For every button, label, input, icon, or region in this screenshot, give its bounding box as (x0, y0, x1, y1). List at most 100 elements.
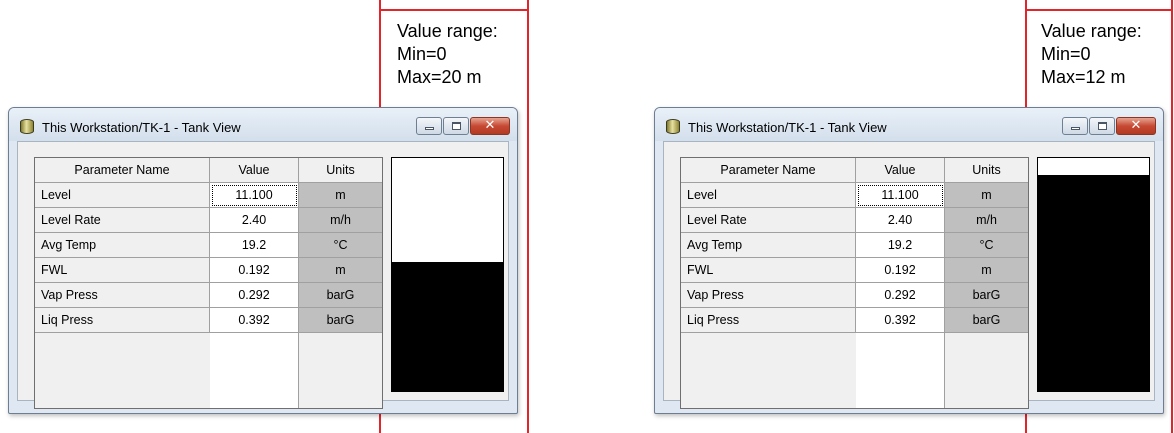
table-row[interactable]: Level 11.100 m (681, 183, 1028, 208)
parameter-unit: m (945, 183, 1028, 208)
table-row[interactable]: Level 11.100 m (35, 183, 382, 208)
parameter-name: Level (35, 183, 210, 208)
parameter-unit: °C (299, 233, 382, 258)
parameter-value[interactable]: 0.392 (210, 308, 299, 333)
close-button[interactable]: ✕ (1116, 117, 1156, 135)
parameter-value[interactable]: 11.100 (856, 183, 945, 208)
window-client-area: Parameter Name Value Units Level 11.100 … (663, 141, 1155, 409)
parameter-unit: m/h (299, 208, 382, 233)
parameter-grid[interactable]: Parameter Name Value Units Level 11.100 … (34, 157, 383, 409)
callout-min: Min=0 (397, 44, 447, 64)
window-titlebar[interactable]: This Workstation/TK-1 - Tank View ✕ (655, 108, 1163, 141)
parameter-name: Level Rate (35, 208, 210, 233)
parameter-unit: barG (299, 308, 382, 333)
minimize-button[interactable] (416, 117, 442, 135)
tank-icon (20, 119, 34, 134)
table-row[interactable]: Avg Temp 19.2 °C (681, 233, 1028, 258)
callout-right-line (527, 0, 529, 433)
window-titlebar[interactable]: This Workstation/TK-1 - Tank View ✕ (9, 108, 517, 141)
parameter-value[interactable]: 11.100 (210, 183, 299, 208)
parameter-name: Avg Temp (35, 233, 210, 258)
table-row[interactable]: FWL 0.192 m (681, 258, 1028, 283)
parameter-value[interactable]: 0.392 (856, 308, 945, 333)
tank-level-fill (1038, 175, 1149, 391)
grid-header: Parameter Name Value Units (35, 158, 382, 183)
callout-text: Value range: Min=0 Max=12 m (1041, 20, 1142, 89)
tank-level-gauge (1037, 157, 1150, 392)
callout-text: Value range: Min=0 Max=20 m (397, 20, 498, 89)
table-row[interactable]: Liq Press 0.392 barG (35, 308, 382, 333)
parameter-unit: m (299, 258, 382, 283)
tank-icon (666, 119, 680, 134)
close-icon: ✕ (1130, 118, 1142, 133)
parameter-grid[interactable]: Parameter Name Value Units Level 11.100 … (680, 157, 1029, 409)
callout-top-line (379, 9, 529, 11)
maximize-icon (1098, 122, 1107, 130)
callout-min: Min=0 (1041, 44, 1091, 64)
parameter-name: FWL (681, 258, 856, 283)
callout-max: Max=12 m (1041, 67, 1126, 87)
table-row[interactable]: Avg Temp 19.2 °C (35, 233, 382, 258)
window-title: This Workstation/TK-1 - Tank View (688, 120, 887, 135)
minimize-icon (425, 127, 434, 130)
grid-empty-area (856, 333, 945, 408)
parameter-name: Avg Temp (681, 233, 856, 258)
column-header-parameter-name[interactable]: Parameter Name (681, 158, 856, 183)
parameter-name: Level Rate (681, 208, 856, 233)
parameter-value[interactable]: 2.40 (210, 208, 299, 233)
table-row[interactable]: Level Rate 2.40 m/h (35, 208, 382, 233)
table-row[interactable]: Vap Press 0.292 barG (35, 283, 382, 308)
column-header-units[interactable]: Units (945, 158, 1028, 183)
tank-level-fill (392, 261, 503, 391)
parameter-value[interactable]: 2.40 (856, 208, 945, 233)
parameter-unit: m/h (945, 208, 1028, 233)
parameter-value[interactable]: 0.292 (210, 283, 299, 308)
minimize-icon (1071, 127, 1080, 130)
close-icon: ✕ (484, 118, 496, 133)
column-header-value[interactable]: Value (856, 158, 945, 183)
parameter-name: Liq Press (35, 308, 210, 333)
parameter-unit: m (945, 258, 1028, 283)
parameter-value[interactable]: 19.2 (856, 233, 945, 258)
parameter-name: Liq Press (681, 308, 856, 333)
column-header-value[interactable]: Value (210, 158, 299, 183)
table-row[interactable]: FWL 0.192 m (35, 258, 382, 283)
parameter-unit: barG (945, 308, 1028, 333)
tank-view-window: This Workstation/TK-1 - Tank View ✕ Para… (8, 107, 518, 414)
maximize-button[interactable] (1089, 117, 1115, 135)
parameter-name: FWL (35, 258, 210, 283)
parameter-unit: barG (299, 283, 382, 308)
callout-title: Value range: (397, 21, 498, 41)
grid-header: Parameter Name Value Units (681, 158, 1028, 183)
parameter-unit: °C (945, 233, 1028, 258)
callout-top-line (1025, 9, 1173, 11)
grid-empty-area (210, 333, 299, 408)
callout-title: Value range: (1041, 21, 1142, 41)
table-row[interactable]: Vap Press 0.292 barG (681, 283, 1028, 308)
parameter-value[interactable]: 0.292 (856, 283, 945, 308)
parameter-name: Level (681, 183, 856, 208)
parameter-unit: m (299, 183, 382, 208)
tank-view-window: This Workstation/TK-1 - Tank View ✕ Para… (654, 107, 1164, 414)
minimize-button[interactable] (1062, 117, 1088, 135)
window-controls: ✕ (416, 117, 510, 135)
parameter-name: Vap Press (681, 283, 856, 308)
maximize-button[interactable] (443, 117, 469, 135)
parameter-value[interactable]: 0.192 (856, 258, 945, 283)
table-row[interactable]: Level Rate 2.40 m/h (681, 208, 1028, 233)
close-button[interactable]: ✕ (470, 117, 510, 135)
column-header-parameter-name[interactable]: Parameter Name (35, 158, 210, 183)
window-client-area: Parameter Name Value Units Level 11.100 … (17, 141, 509, 409)
parameter-value[interactable]: 19.2 (210, 233, 299, 258)
tank-level-gauge (391, 157, 504, 392)
parameter-unit: barG (945, 283, 1028, 308)
column-header-units[interactable]: Units (299, 158, 382, 183)
callout-max: Max=20 m (397, 67, 482, 87)
parameter-value[interactable]: 0.192 (210, 258, 299, 283)
parameter-name: Vap Press (35, 283, 210, 308)
table-row[interactable]: Liq Press 0.392 barG (681, 308, 1028, 333)
maximize-icon (452, 122, 461, 130)
window-title: This Workstation/TK-1 - Tank View (42, 120, 241, 135)
window-controls: ✕ (1062, 117, 1156, 135)
callout-right-line (1171, 0, 1173, 433)
